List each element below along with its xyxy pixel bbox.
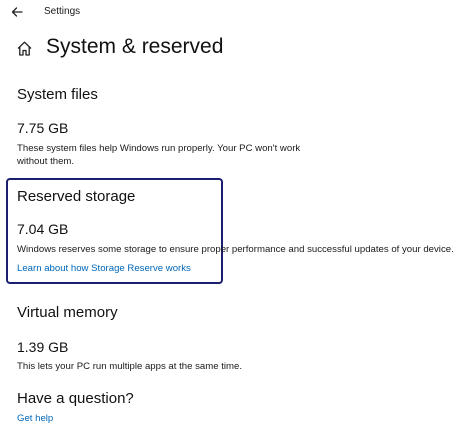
- reserved-storage-size: 7.04 GB: [17, 221, 69, 237]
- system-files-description-line2: without them.: [17, 155, 75, 167]
- get-help-link[interactable]: Get help: [17, 413, 53, 424]
- reserved-storage-heading: Reserved storage: [17, 188, 136, 205]
- help-heading: Have a question?: [17, 390, 134, 407]
- page-title: System & reserved: [46, 35, 224, 58]
- reserved-storage-description: Windows reserves some storage to ensure …: [17, 244, 454, 255]
- virtual-memory-description: This lets your PC run multiple apps at t…: [17, 361, 243, 372]
- storage-reserve-link[interactable]: Learn about how Storage Reserve works: [17, 263, 191, 274]
- system-files-size: 7.75 GB: [17, 120, 69, 136]
- virtual-memory-size: 1.39 GB: [17, 339, 69, 355]
- app-title: Settings: [44, 6, 81, 17]
- system-files-description-line1: These system files help Windows run prop…: [17, 143, 301, 154]
- title-bar: Settings: [0, 0, 474, 26]
- back-button[interactable]: [8, 3, 26, 21]
- home-icon: [17, 41, 32, 56]
- system-files-description: These system files help Windows run prop…: [17, 143, 300, 168]
- virtual-memory-heading: Virtual memory: [17, 304, 118, 321]
- system-files-heading: System files: [17, 86, 98, 103]
- back-arrow-icon: [11, 7, 23, 17]
